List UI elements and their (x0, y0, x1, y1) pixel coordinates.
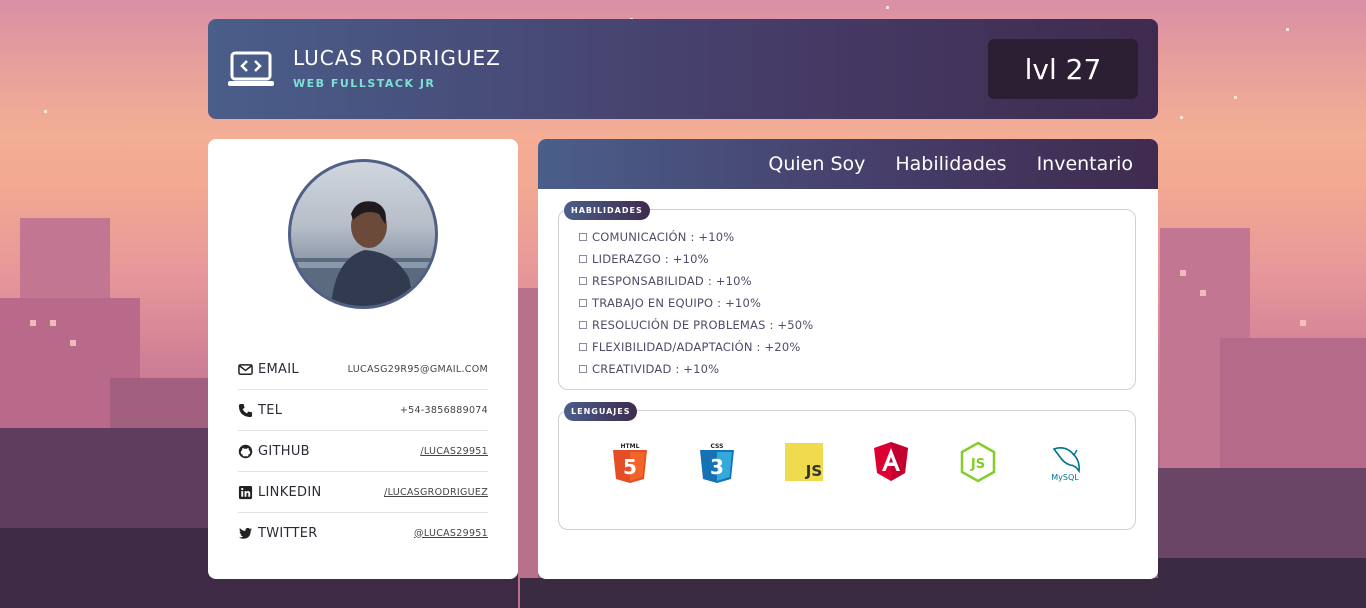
content-card: Quien Soy Habilidades Inventario HABILID… (538, 139, 1158, 579)
css3-label: CSS (711, 443, 724, 450)
mysql-label: MySQL (1051, 473, 1079, 482)
twitter-icon (238, 527, 253, 539)
bullet-icon (579, 321, 587, 329)
list-item: RESOLUCIÓN DE PROBLEMAS : +50% (579, 314, 813, 336)
user-role: WEB FULLSTACK JR (293, 77, 436, 90)
skills-title: HABILIDADES (564, 201, 650, 220)
contact-twitter: TWITTER @LUCAS29951 (238, 513, 488, 553)
javascript-label: JS (805, 462, 822, 480)
phone-value[interactable]: +54-3856889074 (400, 405, 488, 416)
profile-card: EMAIL LUCASG29R95@GMAIL.COM TEL +54-3856… (208, 139, 518, 579)
level-badge: lvl 27 (988, 39, 1138, 99)
angular-icon (874, 442, 908, 481)
bullet-icon (579, 365, 587, 373)
contact-list: EMAIL LUCASG29R95@GMAIL.COM TEL +54-3856… (238, 349, 488, 553)
contact-label: GITHUB (258, 443, 310, 459)
bullet-icon (579, 277, 587, 285)
linkedin-link[interactable]: /LUCASGRODRIGUEZ (384, 487, 488, 498)
bullet-icon (579, 343, 587, 351)
list-item: TRABAJO EN EQUIPO : +10% (579, 292, 813, 314)
tab-habilidades[interactable]: Habilidades (895, 153, 1006, 175)
github-link[interactable]: /LUCAS29951 (420, 446, 488, 457)
nodejs-icon: JS (960, 441, 996, 483)
tab-bar: Quien Soy Habilidades Inventario (538, 139, 1158, 189)
skill-text: COMUNICACIÓN : +10% (592, 230, 735, 244)
avatar (288, 159, 438, 309)
contact-email: EMAIL LUCASG29R95@GMAIL.COM (238, 349, 488, 390)
skill-text: RESPONSABILIDAD : +10% (592, 274, 752, 288)
css3-icon: CSS 3 (700, 443, 734, 483)
html5-icon: HTML 5 (613, 443, 647, 483)
twitter-link[interactable]: @LUCAS29951 (414, 528, 488, 539)
languages-title: LENGUAJES (564, 402, 638, 421)
list-item: FLEXIBILIDAD/ADAPTACIÓN : +20% (579, 336, 813, 358)
mysql-icon: MySQL (1051, 447, 1080, 482)
contact-github: GITHUB /LUCAS29951 (238, 431, 488, 472)
skill-text: RESOLUCIÓN DE PROBLEMAS : +50% (592, 318, 814, 332)
language-icons: HTML 5 CSS 3 JS JS MySQL (611, 441, 1084, 483)
phone-icon (238, 403, 253, 417)
contact-label: LINKEDIN (258, 484, 322, 500)
skills-list: COMUNICACIÓN : +10% LIDERAZGO : +10% RES… (579, 226, 813, 380)
contact-label: TEL (258, 402, 283, 418)
user-name: LUCAS RODRIGUEZ (293, 46, 501, 70)
bullet-icon (579, 233, 587, 241)
linkedin-icon (238, 485, 253, 499)
github-icon (238, 444, 253, 458)
contact-label: EMAIL (258, 361, 299, 377)
contact-label: TWITTER (258, 525, 318, 541)
skill-text: FLEXIBILIDAD/ADAPTACIÓN : +20% (592, 340, 801, 354)
list-item: LIDERAZGO : +10% (579, 248, 813, 270)
nodejs-label: JS (970, 457, 985, 472)
bullet-icon (579, 299, 587, 307)
svg-text:3: 3 (710, 455, 724, 479)
skill-text: CREATIVIDAD : +10% (592, 362, 720, 376)
profile-photo (291, 201, 435, 306)
code-laptop-icon (228, 51, 274, 86)
bullet-icon (579, 255, 587, 263)
tab-inventario[interactable]: Inventario (1037, 153, 1133, 175)
list-item: RESPONSABILIDAD : +10% (579, 270, 813, 292)
skills-section: HABILIDADES COMUNICACIÓN : +10% LIDERAZG… (558, 201, 1136, 390)
email-value[interactable]: LUCASG29R95@GMAIL.COM (348, 364, 488, 375)
envelope-icon (238, 363, 253, 375)
profile-header: LUCAS RODRIGUEZ WEB FULLSTACK JR lvl 27 (208, 19, 1158, 119)
javascript-icon: JS (785, 443, 823, 481)
html5-label: HTML (621, 443, 640, 450)
contact-linkedin: LINKEDIN /LUCASGRODRIGUEZ (238, 472, 488, 513)
svg-text:5: 5 (623, 455, 637, 479)
languages-section: LENGUAJES HTML 5 CSS 3 JS JS MySQL (558, 402, 1136, 530)
list-item: CREATIVIDAD : +10% (579, 358, 813, 380)
tab-quien-soy[interactable]: Quien Soy (768, 153, 865, 175)
skill-text: TRABAJO EN EQUIPO : +10% (592, 296, 762, 310)
skill-text: LIDERAZGO : +10% (592, 252, 709, 266)
list-item: COMUNICACIÓN : +10% (579, 226, 813, 248)
contact-phone: TEL +54-3856889074 (238, 390, 488, 431)
